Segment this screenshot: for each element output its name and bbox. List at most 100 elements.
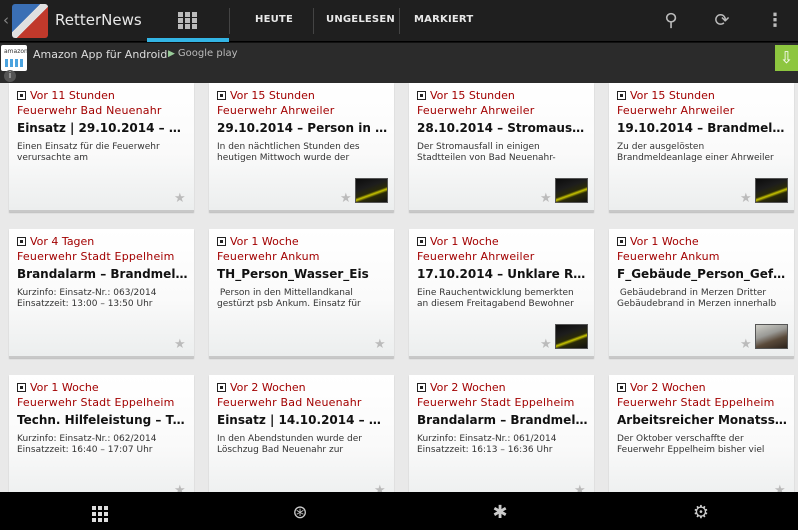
unread-marker-icon [617,237,626,246]
favorite-star-icon[interactable]: ★ [574,483,586,492]
card-title: Brandalarm – Brandmeld... [17,267,189,281]
favorite-star-icon[interactable]: ★ [740,337,752,352]
card-time: Vor 1 Woche [17,381,99,394]
card-thumbnail [755,178,788,203]
unread-marker-icon [617,383,626,392]
card-time-label: Vor 2 Wochen [230,381,306,394]
card-thumbnail [355,178,388,203]
refresh-icon[interactable]: ⟳ [711,10,733,31]
card-snippet: Kurzinfo: Einsatz-Nr.: 062/2014 Einsatzz… [17,434,157,455]
favorite-star-icon[interactable]: ★ [540,337,552,352]
news-card[interactable]: Vor 15 Stunden Feuerwehr Ahrweiler 28.10.2… [409,83,594,212]
download-icon[interactable]: ⇩ [775,45,798,71]
card-snippet: Kurzinfo: Einsatz-Nr.: 063/2014 Einsatzz… [17,288,157,309]
card-title: 29.10.2014 – Person in A... [217,121,389,135]
tab-markiert[interactable]: MARKIERT [414,14,473,25]
favorite-star-icon[interactable]: ★ [374,483,386,492]
card-title: Arbeitsreicher Monatsstart [617,413,789,427]
tab-heute[interactable]: HEUTE [255,14,293,25]
app-title: RetterNews [55,11,142,29]
news-grid: Vor 11 Stunden Feuerwehr Bad Neuenahr Eins… [0,83,798,492]
favorite-star-icon[interactable]: ★ [740,191,752,206]
unread-marker-icon [417,91,426,100]
news-card[interactable]: Vor 1 Woche Feuerwehr Ankum TH_Person_Wass… [209,229,394,358]
unread-marker-icon [217,237,226,246]
card-time: Vor 4 Tagen [17,235,94,248]
amazon-logo-text: amazon [4,48,28,55]
card-thumbnail [755,324,788,349]
favorite-star-icon[interactable]: ★ [174,337,186,352]
card-time: Vor 15 Stunden [617,89,715,102]
card-snippet: Der Oktober verschaffte der Feuerwehr Ep… [617,434,765,455]
card-snippet: Zu der ausgelösten Brandmeldeanlage eine… [617,142,774,163]
news-card[interactable]: Vor 2 Wochen Feuerwehr Stadt Eppelheim Bra… [409,375,594,492]
amazon-app-icon: amazon [1,45,28,71]
ad-title: Amazon App für Android [33,48,168,61]
card-title: 17.10.2014 – Unklare Ra... [417,267,589,281]
news-card[interactable]: Vor 1 Woche Feuerwehr Ankum F_Gebäude_Pers… [609,229,794,358]
news-card[interactable]: Vor 1 Woche Feuerwehr Ahrweiler 17.10.2014… [409,229,594,358]
card-title: TH_Person_Wasser_Eis [217,267,369,281]
fire-department-emblem-icon[interactable]: ⊛ [288,502,312,523]
google-play-badge: Google play [168,48,238,59]
unread-marker-icon [17,237,26,246]
card-snippet: Person in den Mittellandkanal gestürzt p… [217,288,361,309]
favorite-star-icon[interactable]: ★ [174,483,186,492]
card-thumbnail [555,324,588,349]
card-organization: Feuerwehr Ahrweiler [417,250,535,263]
card-time: Vor 2 Wochen [417,381,506,394]
card-title: Einsatz | 29.10.2014 – Br... [17,121,189,135]
tab-grid[interactable] [147,0,229,42]
news-card[interactable]: Vor 11 Stunden Feuerwehr Bad Neuenahr Eins… [9,83,194,212]
card-organization: Feuerwehr Ahrweiler [417,104,535,117]
grid-icon [178,12,198,30]
card-organization: Feuerwehr Ahrweiler [617,104,735,117]
star-of-life-icon[interactable]: ✱ [488,502,512,523]
card-time-label: Vor 1 Woche [230,235,299,248]
ad-info-icon[interactable]: i [4,70,16,82]
card-title: Einsatz | 14.10.2014 – Ke... [217,413,389,427]
search-icon[interactable]: ⚲ [660,10,682,31]
overflow-menu-icon[interactable]: ⋮ [764,10,786,31]
card-title: 19.10.2014 – Brandmeld... [617,121,789,135]
unread-marker-icon [417,237,426,246]
favorite-star-icon[interactable]: ★ [774,483,786,492]
tab-ungelesen[interactable]: UNGELESEN [326,14,395,25]
news-card[interactable]: Vor 4 Tagen Feuerwehr Stadt Eppelheim Bran… [9,229,194,358]
news-card[interactable]: Vor 15 Stunden Feuerwehr Ahrweiler 19.10.2… [609,83,794,212]
card-time: Vor 11 Stunden [17,89,115,102]
card-snippet: In den nächtlichen Stunden des heutigen … [217,142,360,163]
card-time-label: Vor 4 Tagen [30,235,95,248]
up-caret-icon[interactable]: ‹ [3,11,9,29]
grid-icon[interactable] [92,506,110,522]
card-organization: Feuerwehr Stadt Eppelheim [417,396,575,409]
card-snippet: Der Stromausfall in einigen Stadtteilen … [417,142,556,163]
card-snippet: Kurzinfo: Einsatz-Nr.: 061/2014 Einsatzz… [417,434,557,455]
news-card[interactable]: Vor 1 Woche Feuerwehr Stadt Eppelheim Tech… [9,375,194,492]
favorite-star-icon[interactable]: ★ [374,337,386,352]
ad-banner[interactable]: amazon Amazon App für Android Google pla… [0,43,798,83]
card-organization: Feuerwehr Ankum [617,250,720,263]
unread-marker-icon [17,383,26,392]
card-time: Vor 1 Woche [617,235,699,248]
card-title: F_Gebäude_Person_Gefa... [617,267,789,281]
favorite-star-icon[interactable]: ★ [174,191,186,206]
tab-divider [313,8,314,34]
news-card[interactable]: Vor 15 Stunden Feuerwehr Ahrweiler 29.10.2… [209,83,394,212]
unread-marker-icon [217,383,226,392]
card-organization: Feuerwehr Stadt Eppelheim [617,396,775,409]
settings-gear-icon[interactable]: ⚙ [689,502,713,523]
card-organization: Feuerwehr Stadt Eppelheim [17,250,175,263]
app-logo-icon[interactable] [12,4,48,38]
favorite-star-icon[interactable]: ★ [340,191,352,206]
news-card[interactable]: Vor 2 Wochen Feuerwehr Stadt Eppelheim Arb… [609,375,794,492]
card-time: Vor 2 Wochen [617,381,706,394]
favorite-star-icon[interactable]: ★ [540,191,552,206]
active-tab-indicator [147,38,229,42]
card-time-label: Vor 15 Stunden [630,89,715,102]
card-time: Vor 1 Woche [217,235,299,248]
news-card[interactable]: Vor 2 Wochen Feuerwehr Bad Neuenahr Einsat… [209,375,394,492]
card-thumbnail [555,178,588,203]
unread-marker-icon [17,91,26,100]
action-bar: ‹ RetterNews HEUTE UNGELESEN MARKIERT ⚲ … [0,0,798,42]
